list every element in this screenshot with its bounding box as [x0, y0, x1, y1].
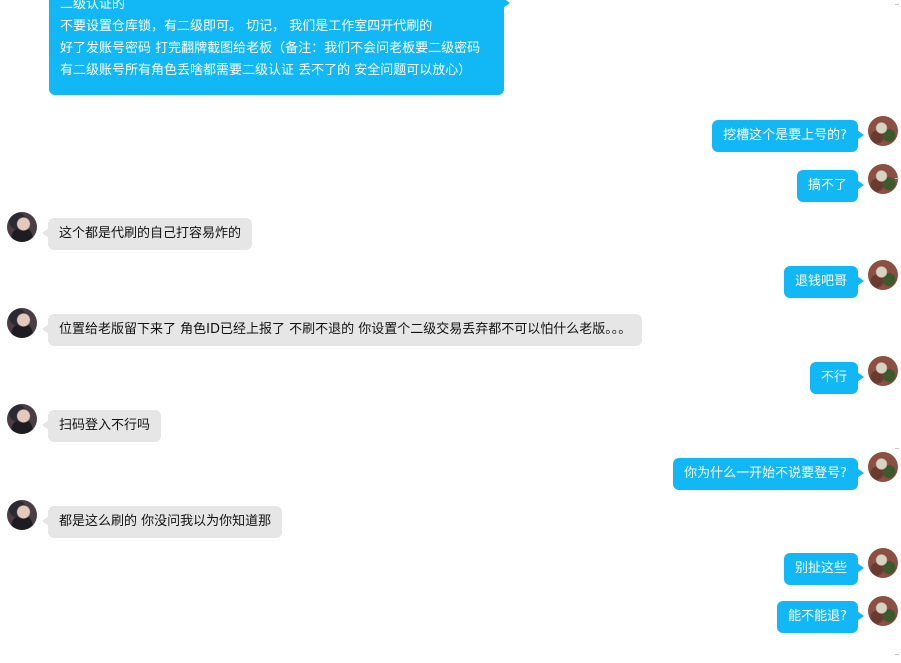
message-text: 都是这么刷的 你没问我以为你知道那 [59, 514, 272, 529]
scrollbar-tick [895, 448, 899, 449]
message-line: 不要设置仓库锁，有二级即可。 切记， 我们是工作室四开代刷的 [60, 19, 433, 34]
message-text: 挖槽这个是要上号的? [723, 128, 847, 143]
chat-area: 二级认证的 不要设置仓库锁，有二级即可。 切记， 我们是工作室四开代刷的 好了发… [0, 0, 901, 663]
message-bubble-self: 你为什么一开始不说要登号? [673, 458, 864, 490]
message-bubble-self: 能不能退? [777, 601, 864, 633]
contact-avatar[interactable] [7, 308, 37, 338]
message-text: 扫码登入不行吗 [59, 418, 151, 433]
message-text: 能不能退? [788, 609, 847, 624]
message-text: 你为什么一开始不说要登号? [684, 466, 847, 481]
message-line: 好了发账号密码 打完翻牌截图给老板（备注：我们不会问老板要二级密码 [60, 41, 481, 56]
scrollbar-tick [895, 4, 899, 5]
scrollbar-tick [895, 178, 899, 179]
contact-avatar[interactable] [7, 212, 37, 242]
message-bubble-self: 搞不了 [796, 170, 865, 202]
message-bubble-contact: 扫码登入不行吗 [41, 410, 162, 442]
scrollbar[interactable] [893, 0, 901, 663]
contact-avatar[interactable] [7, 404, 37, 434]
message-bubble-self: 挖槽这个是要上号的? [712, 120, 864, 152]
message-line: 二级认证的 [60, 0, 126, 12]
message-line: 有二级账号所有角色丢啥都需要二级认证 丢不了的 安全问题可以放心） [60, 63, 472, 78]
message-bubble-contact: 位置给老版留下来了 角色ID已经上报了 不刷不退的 你设置个二级交易丢弃都不可以… [41, 314, 643, 346]
message-bubble-self: 不行 [809, 362, 865, 394]
message-text: 这个都是代刷的自己打容易炸的 [59, 226, 242, 241]
message-bubble-self: 别扯这些 [783, 553, 865, 585]
message-bubble-contact: 这个都是代刷的自己打容易炸的 [41, 218, 253, 250]
message-bubble-self: 退钱吧哥 [783, 266, 865, 298]
message-bubble-top: 二级认证的 不要设置仓库锁，有二级即可。 切记， 我们是工作室四开代刷的 好了发… [49, 0, 510, 95]
message-bubble-contact: 都是这么刷的 你没问我以为你知道那 [41, 506, 283, 538]
scrollbar-tick [895, 654, 899, 655]
message-text: 退钱吧哥 [794, 274, 847, 289]
message-text: 不行 [820, 370, 847, 385]
contact-avatar[interactable] [7, 500, 37, 530]
message-text: 位置给老版留下来了 角色ID已经上报了 不刷不退的 你设置个二级交易丢弃都不可以… [59, 322, 632, 337]
message-text: 别扯这些 [794, 561, 847, 576]
message-text: 搞不了 [807, 178, 847, 193]
